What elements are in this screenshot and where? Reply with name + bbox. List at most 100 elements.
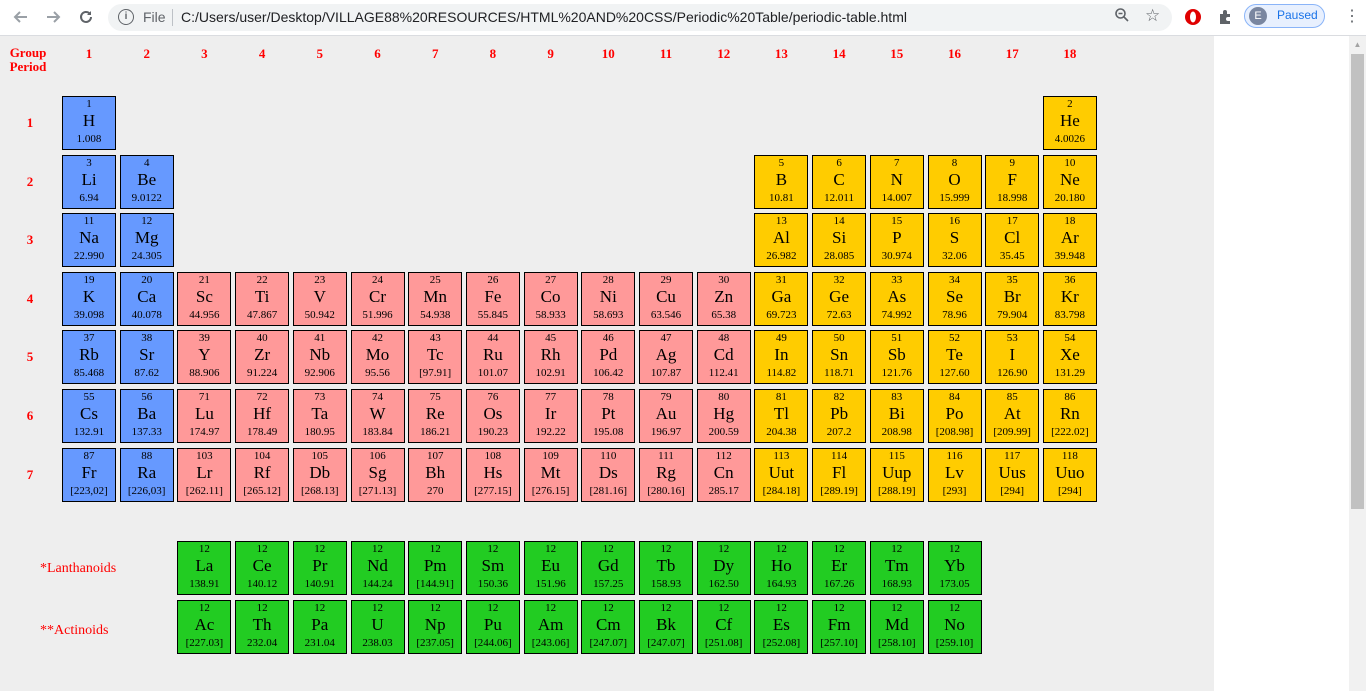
atomic-mass: [276.15]	[531, 484, 570, 497]
element-cell-mt: 109 Mt [276.15]	[523, 447, 578, 502]
element-symbol: Sg	[368, 462, 387, 482]
scroll-up-arrow-icon[interactable]: ▲	[1349, 36, 1366, 53]
atomic-number: 12	[545, 602, 557, 614]
atomic-number: 108	[484, 449, 502, 462]
atomic-mass: [259.10]	[935, 637, 974, 649]
atomic-mass: [294]	[1000, 484, 1025, 497]
atomic-mass: 28.085	[823, 250, 855, 263]
atomic-mass: 107.87	[650, 367, 682, 380]
atomic-number: 105	[311, 449, 329, 462]
url-text[interactable]: C:/Users/user/Desktop/VILLAGE88%20RESOUR…	[181, 9, 907, 25]
reload-icon[interactable]	[74, 6, 98, 28]
atomic-number: 109	[542, 449, 559, 462]
scroll-thumb[interactable]	[1351, 54, 1364, 509]
element-cell-ar: 18 Ar 39.948	[1042, 213, 1097, 268]
element-cell-lr: 103 Lr [262.11]	[177, 447, 232, 502]
atomic-mass: 137.33	[131, 426, 162, 438]
element-symbol: Ne	[1059, 169, 1080, 189]
element-symbol: Hg	[713, 404, 735, 423]
vertical-scrollbar[interactable]: ▲	[1349, 36, 1366, 691]
atomic-mass: 121.76	[881, 367, 912, 380]
element-cell-se: 34 Se 78.96	[927, 271, 982, 326]
atomic-mass: [262.11]	[185, 484, 223, 497]
atomic-mass: 58.933	[535, 308, 566, 321]
atomic-number: 12	[256, 602, 268, 614]
element-cell-cr: 24 Cr 51.996	[350, 271, 405, 326]
element-cell-ru: 44 Ru 101.07	[465, 330, 520, 385]
back-icon[interactable]	[9, 6, 33, 28]
page-viewport: Group Period *Lanthanoids **Actinoids 12…	[0, 36, 1349, 691]
atomic-mass: 173.05	[939, 578, 970, 590]
atomic-number: 75	[429, 391, 441, 403]
extensions-puzzle-icon[interactable]	[1214, 6, 1236, 28]
element-cell-kr: 36 Kr 83.798	[1042, 271, 1097, 326]
element-cell-au: 79 Au 196.97	[639, 389, 693, 443]
atomic-mass: 144.24	[362, 578, 393, 590]
atomic-mass: [247.07]	[647, 637, 685, 649]
element-symbol: N	[890, 169, 903, 189]
atomic-mass: [257.10]	[820, 637, 858, 649]
atomic-number: 53	[1006, 332, 1018, 345]
atomic-mass: 102.91	[535, 367, 566, 380]
element-cell-ti: 22 Ti 47.867	[235, 271, 290, 326]
atomic-mass: [223,02]	[70, 484, 108, 497]
atomic-number: 28	[602, 273, 614, 286]
element-cell-al: 13 Al 26.982	[754, 213, 809, 268]
atomic-mass: 231.04	[304, 637, 335, 649]
element-cell-sc: 21 Sc 44.956	[177, 271, 232, 326]
atomic-number: 73	[314, 391, 326, 403]
zoom-icon[interactable]	[1114, 7, 1130, 27]
element-cell-i: 53 I 126.90	[985, 330, 1040, 385]
element-symbol: As	[887, 286, 907, 306]
element-symbol: Eu	[541, 556, 561, 575]
bookmark-star-icon[interactable]: ☆	[1145, 6, 1160, 26]
atomic-mass: [222.02]	[1051, 426, 1089, 438]
atomic-mass: 168.93	[881, 578, 912, 590]
element-symbol: C	[833, 169, 845, 189]
element-symbol: Ni	[599, 286, 617, 306]
period-number: 7	[26, 466, 34, 482]
element-cell-pu: 12 Pu [244.06]	[465, 600, 520, 654]
atomic-number: 12	[891, 602, 903, 614]
element-symbol: Ce	[252, 556, 272, 575]
atomic-mass: [247.07]	[589, 637, 628, 649]
atomic-mass: 238.03	[362, 637, 393, 649]
atomic-number: 114	[831, 449, 848, 462]
profile-button[interactable]: E Paused	[1244, 4, 1325, 28]
atomic-number: 87	[83, 449, 95, 462]
atomic-mass: [144.91]	[416, 578, 454, 590]
opera-extension-icon[interactable]	[1182, 6, 1204, 28]
atomic-number: 77	[545, 391, 557, 403]
atomic-mass: [209.99]	[993, 426, 1031, 438]
atomic-number: 29	[660, 273, 672, 286]
atomic-mass: 132.91	[73, 426, 105, 438]
element-symbol: Ac	[194, 615, 215, 634]
forward-icon[interactable]	[41, 6, 65, 28]
element-cell-w: 74 W 183.84	[350, 389, 405, 443]
atomic-number: 83	[891, 391, 903, 403]
atomic-mass: [252.08]	[762, 637, 801, 649]
atomic-mass: 183.84	[362, 426, 393, 438]
element-cell-ge: 32 Ge 72.63	[812, 271, 867, 326]
atomic-number: 12	[314, 543, 326, 555]
info-icon[interactable]: i	[118, 9, 134, 25]
element-cell-cf: 12 Cf [251.08]	[696, 600, 751, 654]
element-symbol: Te	[946, 345, 963, 365]
element-symbol: Tc	[426, 345, 444, 365]
element-symbol: Cm	[596, 615, 621, 634]
element-symbol: Uus	[998, 462, 1026, 482]
menu-icon[interactable]: ⋮	[1344, 6, 1360, 28]
group-number: 16	[948, 46, 961, 61]
address-bar[interactable]: i File C:/Users/user/Desktop/VILLAGE88%2…	[108, 4, 1172, 31]
atomic-number: 72	[256, 391, 268, 403]
atomic-number: 12	[891, 543, 903, 555]
atomic-number: 118	[1061, 449, 1078, 462]
atomic-number: 12	[545, 543, 557, 555]
atomic-mass: 88.906	[189, 367, 220, 380]
atomic-number: 12	[660, 602, 672, 614]
atomic-number: 86	[1064, 391, 1076, 403]
element-cell-f: 9 F 18.998	[985, 154, 1040, 209]
group-number: 8	[489, 46, 497, 61]
atomic-mass: 40.078	[131, 308, 162, 321]
element-symbol: Rb	[79, 345, 99, 365]
